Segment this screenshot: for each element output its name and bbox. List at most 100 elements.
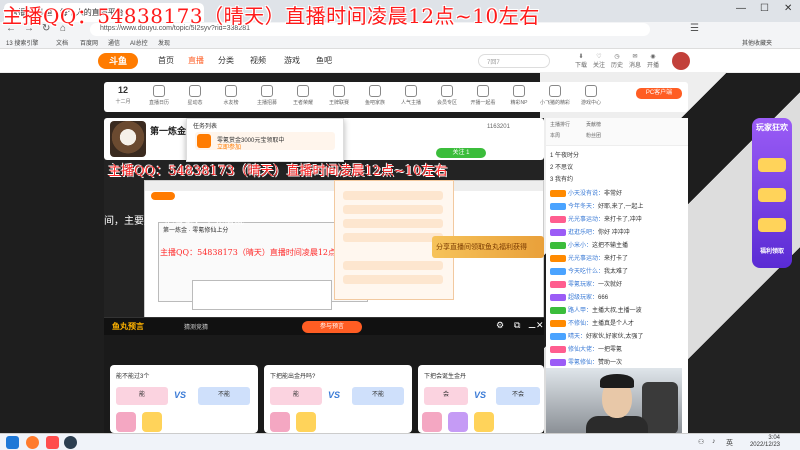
chat-message[interactable]: 零氪修仙：赞助一次 [550, 357, 684, 366]
follow-icon[interactable]: ♡ 关注 [590, 53, 608, 69]
maximize-icon[interactable]: ☐ [760, 3, 769, 14]
category-item[interactable]: 王者荣耀 [288, 85, 318, 106]
chat-message[interactable]: 不修仙：主播真是个人才 [550, 318, 684, 327]
prediction-option-a[interactable]: 能 [116, 387, 168, 405]
bookmark-item[interactable]: 文档 [56, 38, 68, 47]
chat-username[interactable]: 今天吃什么： [568, 269, 604, 275]
douyu-logo[interactable]: 斗鱼 [98, 53, 138, 69]
category-item[interactable]: 小飞猪的精彩 [540, 85, 570, 106]
share-reward-banner[interactable]: 分享直播间领取鱼丸福利获得 [432, 236, 544, 258]
windows-start-icon[interactable] [6, 436, 19, 449]
user-avatar[interactable] [672, 52, 690, 70]
search-input[interactable]: 7回7 [478, 54, 550, 68]
chat-username[interactable]: 光光事运动： [568, 256, 604, 262]
chat-username[interactable]: 今年冬天： [568, 204, 598, 210]
category-item[interactable]: 鱼吧家族 [360, 85, 390, 106]
gift-icon[interactable] [422, 412, 442, 432]
follow-button[interactable]: 关注 1 [436, 148, 486, 158]
minimize-icon[interactable]: ⚊ [528, 320, 536, 331]
extensions-icon[interactable]: ☰ [690, 23, 699, 34]
join-prediction-button[interactable]: 参与预言 [302, 321, 362, 333]
chat-username[interactable]: 超级玩家： [568, 295, 598, 301]
volume-icon[interactable]: ♪ [712, 438, 716, 445]
nav-item-game[interactable]: 游戏 [284, 55, 300, 66]
nav-item-yuba[interactable]: 鱼吧 [316, 55, 332, 66]
history-icon[interactable]: ◷ 历史 [608, 53, 626, 69]
gift-icon[interactable] [142, 412, 162, 432]
category-item[interactable]: 王牌联赛 [324, 85, 354, 106]
nav-item-category[interactable]: 分类 [218, 55, 234, 66]
chat-message[interactable]: 路人甲：主播大叔,主播一波 [550, 305, 684, 314]
promo-widget[interactable]: 玩家狂欢 福利领取 [752, 118, 792, 268]
category-item[interactable]: 主播招募 [252, 85, 282, 106]
chat-tab[interactable]: 主播排行 [550, 121, 570, 128]
minimize-icon[interactable]: — [736, 3, 746, 14]
broadcast-icon[interactable]: ◉ 开播 [644, 53, 662, 69]
fishball-subtitle[interactable]: 猜测竞猜 [184, 322, 208, 331]
close-icon[interactable]: ✕ [784, 3, 792, 14]
app-icon[interactable] [46, 436, 59, 449]
chat-message[interactable]: 逛逛乐吧：你好 冲冲冲 [550, 227, 684, 236]
gift-icon[interactable] [116, 412, 136, 432]
clock[interactable]: 3:04 2022/12/23 [740, 435, 780, 449]
chat-username[interactable]: 零氪玩家： [568, 282, 598, 288]
prediction-option-a[interactable]: 能 [270, 387, 322, 405]
chat-tab[interactable]: 粉丝团 [586, 132, 601, 139]
rank-item[interactable]: 1 午夜时分 [550, 150, 684, 160]
category-item[interactable]: 游戏中心 [576, 85, 606, 106]
download-icon[interactable]: ⬇ 下载 [572, 53, 590, 69]
streamer-avatar[interactable] [110, 121, 146, 157]
gift-icon[interactable] [474, 412, 494, 432]
chat-username[interactable]: 小米小： [568, 243, 592, 249]
gift-icon[interactable] [448, 412, 468, 432]
rank-item[interactable]: 2 不思议 [550, 162, 684, 172]
chat-message[interactable]: 今年冬天：好耶,来了,一起上 [550, 201, 684, 210]
category-item[interactable]: 直播日历 [144, 85, 174, 106]
chat-message[interactable]: 零氪玩家：一次就好 [550, 279, 684, 288]
category-item[interactable]: 精彩NP [504, 85, 534, 106]
promo-item[interactable] [758, 188, 786, 202]
nav-item-home[interactable]: 首页 [158, 55, 174, 66]
network-icon[interactable]: ⚇ [698, 438, 704, 446]
gift-icon[interactable] [296, 412, 316, 432]
chat-message[interactable]: 小米小：这把不输主播 [550, 240, 684, 249]
close-icon[interactable]: ✕ [536, 320, 544, 331]
category-item[interactable]: 星动态 [180, 85, 210, 106]
category-item[interactable]: 会员专区 [432, 85, 462, 106]
ime-icon[interactable]: 英 [726, 438, 733, 448]
chat-username[interactable]: 光光事运动： [568, 217, 604, 223]
bookmark-item[interactable]: 通信 [108, 38, 120, 47]
chat-message[interactable]: 超级玩家：666 [550, 292, 684, 301]
chat-username[interactable]: 路人甲： [568, 308, 592, 314]
category-item[interactable]: 人气主播 [396, 85, 426, 106]
chat-username[interactable]: 修仙大佬： [568, 347, 598, 353]
calendar-day[interactable]: 12 [108, 85, 138, 95]
chat-username[interactable]: 小天没有说： [568, 191, 604, 197]
chat-message[interactable]: 修仙大佬：一把零氪 [550, 344, 684, 353]
message-icon[interactable]: ✉ 消息 [626, 53, 644, 69]
chat-username[interactable]: 零氪修仙： [568, 360, 598, 366]
firefox-icon[interactable] [26, 436, 39, 449]
chat-message[interactable]: 光光事运动：来打卡了,冲冲 [550, 214, 684, 223]
bookmark-item[interactable]: AI总控 [130, 38, 148, 47]
chat-tab[interactable]: 本周 [550, 132, 560, 139]
promo-item[interactable] [758, 158, 786, 172]
rank-item[interactable]: 3 我有约 [550, 174, 684, 184]
bookmark-item[interactable]: 发现 [158, 38, 170, 47]
prediction-option-b[interactable]: 不会 [496, 387, 540, 405]
bookmark-item[interactable]: 13 搜索引擎 [6, 38, 38, 47]
gift-icon[interactable] [270, 412, 290, 432]
popup-task-item[interactable]: 零氪赏金3000元宝领取中 立即参加 [195, 132, 335, 151]
app-icon[interactable] [64, 436, 77, 449]
category-item[interactable]: 水友榜 [216, 85, 246, 106]
chat-message[interactable]: 小天没有说：非常好 [550, 188, 684, 197]
chat-username[interactable]: 不修仙： [568, 321, 592, 327]
prediction-option-a[interactable]: 会 [424, 387, 468, 405]
chat-tab[interactable]: 贡献榜 [586, 121, 601, 128]
chat-message[interactable]: 今天吃什么：我太难了 [550, 266, 684, 275]
chat-username[interactable]: 晴天： [568, 334, 586, 340]
category-item[interactable]: 开播一起看 [468, 85, 498, 106]
settings-icon[interactable]: ⚙ [496, 320, 504, 331]
chat-username[interactable]: 逛逛乐吧： [568, 230, 598, 236]
prediction-option-b[interactable]: 不能 [198, 387, 250, 405]
